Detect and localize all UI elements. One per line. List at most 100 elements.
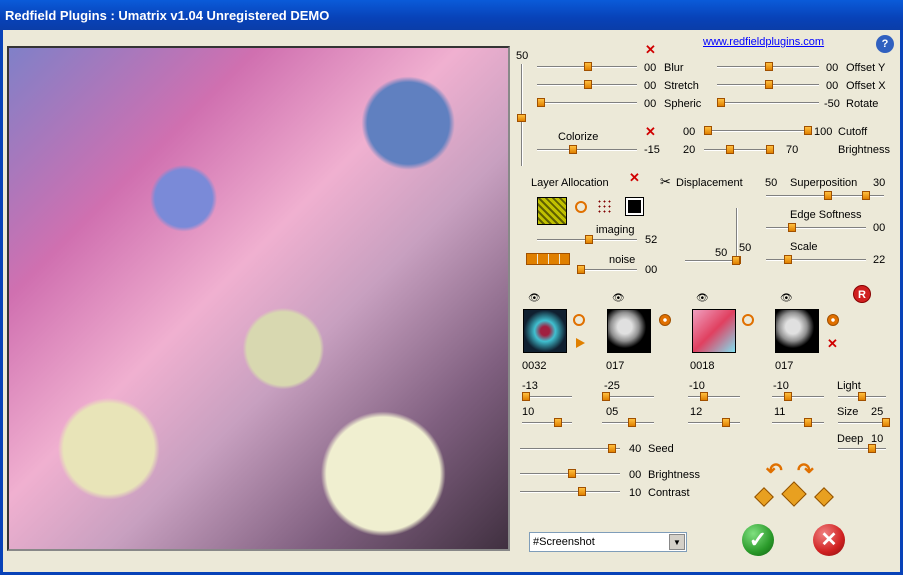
tile-image[interactable] — [607, 309, 651, 353]
tile-circle-icon[interactable] — [827, 314, 839, 326]
displacement-label: Displacement — [676, 177, 743, 189]
light-label: Light — [837, 380, 861, 392]
offsetx-slider[interactable] — [717, 80, 819, 89]
cutoff-low-value: 00 — [683, 126, 696, 138]
tile-b-slider[interactable] — [688, 418, 740, 427]
tile-a-value: -10 — [773, 380, 789, 392]
spheric-value: 00 — [644, 98, 657, 110]
spheric-label: Spheric — [664, 98, 702, 110]
cancel-button[interactable]: ✕ — [813, 524, 845, 556]
noise-pattern-icon[interactable] — [526, 253, 570, 265]
tile-b-slider[interactable] — [772, 418, 824, 427]
cutoff-label: Cutoff — [838, 126, 868, 138]
tile-image[interactable] — [692, 309, 736, 353]
preset-value: #Screenshot — [533, 536, 595, 548]
superposition-slider[interactable] — [766, 191, 884, 200]
layer-reset-icon[interactable]: ✕ — [629, 170, 640, 186]
tile-image[interactable] — [523, 309, 567, 353]
bottom-brightness-slider[interactable] — [520, 469, 620, 478]
tile-close-icon[interactable]: ✕ — [827, 336, 838, 352]
offsety-label: Offset Y — [846, 62, 886, 74]
tile-id: 017 — [606, 360, 625, 372]
displacement-v-value: 50 — [739, 242, 752, 254]
imaging-value: 52 — [645, 234, 658, 246]
pattern-swatch[interactable] — [537, 197, 567, 225]
preset-dropdown[interactable]: #Screenshot ▼ — [529, 532, 687, 552]
noise-label: noise — [609, 254, 636, 266]
tile-a-slider[interactable] — [772, 392, 824, 401]
eye-icon[interactable]: 👁 — [696, 293, 709, 304]
brightness-high-value: 70 — [786, 144, 799, 156]
offsetx-value: 00 — [826, 80, 839, 92]
colorize-value: -15 — [644, 144, 660, 156]
r-icon[interactable]: R — [853, 285, 871, 303]
edge-softness-slider[interactable] — [766, 223, 866, 232]
tile-a-slider[interactable] — [602, 392, 654, 401]
website-link[interactable]: www.redfieldplugins.com — [703, 36, 824, 48]
rotate-icon[interactable] — [575, 201, 587, 213]
scale-slider[interactable] — [766, 255, 866, 264]
scale-label: Scale — [790, 241, 818, 253]
tile-id: 017 — [775, 360, 794, 372]
tile-image[interactable] — [775, 309, 819, 353]
tile-b-value: 05 — [606, 406, 619, 418]
displacement-hslider[interactable] — [685, 256, 740, 265]
undo-arrow-icon[interactable]: ↶ — [766, 458, 783, 483]
colorize-slider[interactable] — [537, 145, 637, 154]
chevron-down-icon[interactable]: ▼ — [669, 534, 685, 550]
tile-b-slider[interactable] — [602, 418, 654, 427]
stretch-value: 00 — [644, 80, 657, 92]
imaging-slider[interactable] — [537, 235, 637, 244]
eye-icon[interactable]: 👁 — [780, 293, 793, 304]
rotate-value: -50 — [824, 98, 840, 110]
tile-a-value: -25 — [604, 380, 620, 392]
size-label: Size — [837, 406, 859, 418]
offsety-slider[interactable] — [717, 62, 819, 71]
redo-arrow-icon[interactable]: ↷ — [797, 458, 814, 483]
blur-label: Blur — [664, 62, 684, 74]
rotate-slider[interactable] — [717, 98, 819, 107]
tile-id: 0032 — [522, 360, 547, 372]
ok-button[interactable]: ✓ — [742, 524, 774, 556]
blur-value: 00 — [644, 62, 657, 74]
size-value: 25 — [871, 406, 884, 418]
help-icon[interactable]: ? — [876, 35, 894, 53]
colorize-reset-icon[interactable]: ✕ — [645, 124, 656, 140]
reset-x-icon[interactable]: ✕ — [645, 42, 656, 58]
seed-label: Seed — [648, 443, 674, 455]
edge-softness-label: Edge Softness — [790, 209, 862, 221]
blur-slider[interactable] — [537, 62, 637, 71]
vertical-slider[interactable] — [517, 64, 526, 166]
vertical-value: 50 — [516, 50, 529, 62]
tile-rotate-icon[interactable] — [573, 314, 585, 326]
tile-rotate-icon[interactable] — [742, 314, 754, 326]
tile-circle-icon[interactable] — [659, 314, 671, 326]
deep-slider[interactable] — [838, 444, 886, 453]
preview-image[interactable] — [7, 46, 510, 551]
light-slider[interactable] — [838, 392, 886, 401]
stretch-slider[interactable] — [537, 80, 637, 89]
tile-b-slider[interactable] — [522, 418, 572, 427]
eye-icon[interactable]: 👁 — [528, 293, 541, 304]
cutoff-slider[interactable] — [704, 126, 812, 135]
contrast-slider[interactable] — [520, 487, 620, 496]
tile-a-slider[interactable] — [688, 392, 740, 401]
contrast-label: Contrast — [648, 487, 690, 499]
noise-slider[interactable] — [577, 265, 637, 274]
layer-allocation-label: Layer Allocation — [531, 177, 609, 189]
play-icon[interactable] — [576, 338, 585, 348]
edge-softness-value: 00 — [873, 222, 886, 234]
color-swatch[interactable] — [625, 197, 644, 216]
seed-slider[interactable] — [520, 444, 620, 453]
seed-value: 40 — [629, 443, 642, 455]
dots-icon[interactable] — [597, 199, 613, 215]
superposition-low-value: 50 — [765, 177, 778, 189]
scissors-icon: ✂ — [660, 174, 671, 189]
tile-a-slider[interactable] — [522, 392, 572, 401]
spheric-slider[interactable] — [537, 98, 637, 107]
noise-value: 00 — [645, 264, 658, 276]
size-slider[interactable] — [838, 418, 890, 427]
eye-icon[interactable]: 👁 — [612, 293, 625, 304]
window-title: Redfield Plugins : Umatrix v1.04 Unregis… — [0, 0, 903, 30]
brightness-range-slider[interactable] — [704, 145, 774, 154]
